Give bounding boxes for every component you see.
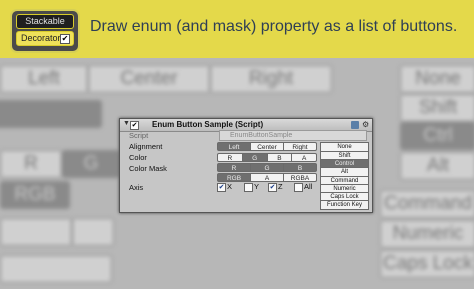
bg-button: Caps Lock	[380, 250, 474, 278]
bg-button	[0, 100, 102, 128]
mask-b-button[interactable]: B	[283, 163, 317, 172]
color-buttons: R G B A	[217, 153, 317, 162]
color-mask-row-1: R G B	[217, 163, 317, 172]
axis-all-label: All	[304, 182, 313, 191]
component-enabled-checkbox[interactable]: ✔	[130, 121, 139, 130]
bg-button	[0, 218, 72, 246]
axis-x-checkbox[interactable]: ✔	[217, 183, 226, 192]
foldout-arrow-icon[interactable]: ▼	[123, 120, 130, 127]
bg-button: Alt	[400, 152, 474, 180]
axis-x-label: X	[227, 182, 233, 191]
mask-g-button[interactable]: G	[250, 163, 284, 172]
bg-button: None	[400, 65, 474, 93]
color-mask-label: Color Mask	[129, 164, 167, 173]
decorator-badge: Decorator ✔	[16, 31, 74, 46]
modifier-function-key-button[interactable]: Function Key	[320, 200, 369, 210]
axis-z-label: Z	[278, 182, 283, 191]
mask-a-button[interactable]: A	[250, 173, 284, 182]
mask-r-button[interactable]: R	[217, 163, 251, 172]
color-b-button[interactable]: B	[266, 153, 293, 162]
alignment-left-button[interactable]: Left	[217, 142, 251, 151]
axis-z-checkbox[interactable]: ✔	[268, 183, 277, 192]
axis-y-label: Y	[254, 182, 260, 191]
bg-button: Left	[0, 65, 88, 93]
script-label: Script	[129, 131, 149, 140]
bg-button: Right	[210, 65, 332, 93]
color-r-button[interactable]: R	[217, 153, 243, 162]
stackable-badge: Stackable	[16, 14, 74, 29]
alignment-label: Alignment	[129, 142, 163, 151]
color-g-button[interactable]: G	[241, 153, 268, 162]
script-value: EnumButtonSample	[230, 132, 293, 139]
bg-button	[0, 255, 112, 283]
color-mask-row-2: RGB A RGBA	[217, 173, 317, 182]
checkmark-icon: ✔	[60, 34, 70, 44]
decorator-label: Decorator	[21, 33, 61, 43]
bg-button: R	[0, 150, 62, 178]
bg-button: Ctrl	[400, 122, 474, 150]
attribute-badges: Stackable Decorator ✔	[10, 9, 80, 53]
gear-icon[interactable]: ⚙	[362, 120, 369, 129]
help-book-icon[interactable]	[351, 121, 359, 129]
bg-button	[72, 218, 114, 246]
color-label: Color	[129, 153, 147, 162]
color-a-button[interactable]: A	[291, 153, 317, 162]
bg-button: RGB	[0, 181, 70, 209]
mask-rgb-button[interactable]: RGB	[217, 173, 251, 182]
bg-button: Shift	[400, 94, 474, 122]
script-field[interactable]: EnumButtonSample	[219, 130, 367, 141]
alignment-right-button[interactable]: Right	[283, 142, 317, 151]
bg-button: Numeric	[380, 220, 474, 248]
axis-all-checkbox[interactable]	[294, 183, 303, 192]
bg-button: G	[62, 150, 120, 178]
alignment-buttons: Left Center Right	[217, 142, 317, 151]
feature-banner: Stackable Decorator ✔ Draw enum (and mas…	[0, 0, 474, 58]
alignment-center-button[interactable]: Center	[250, 142, 284, 151]
mask-rgba-button[interactable]: RGBA	[283, 173, 317, 182]
bg-button: Command	[380, 190, 474, 218]
bg-button: Center	[88, 65, 210, 93]
banner-title: Draw enum (and mask) property as a list …	[90, 18, 458, 35]
axis-y-checkbox[interactable]	[244, 183, 253, 192]
component-title: Enum Button Sample (Script)	[152, 120, 264, 129]
axis-label: Axis	[129, 183, 144, 192]
